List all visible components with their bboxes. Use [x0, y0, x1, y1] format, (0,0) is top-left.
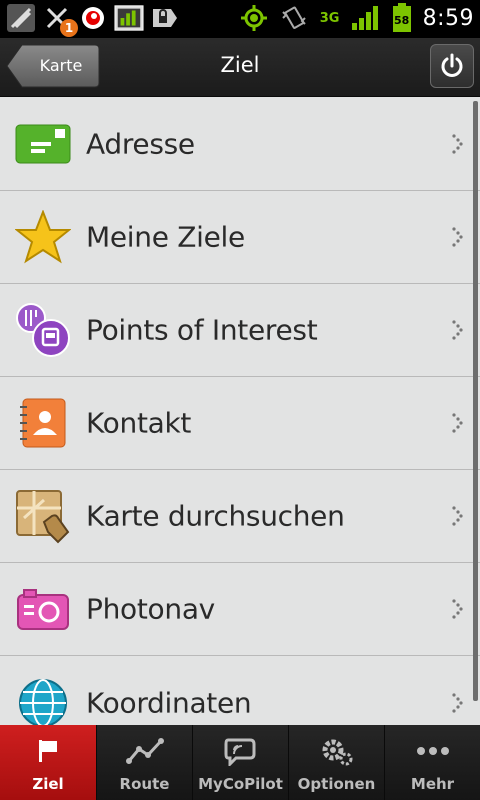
poi-icon	[14, 301, 72, 359]
chevron-right-icon	[452, 320, 463, 340]
title-bar: Karte Ziel	[0, 38, 480, 97]
contact-icon	[14, 394, 72, 452]
list-item-label: Meine Ziele	[86, 220, 245, 254]
battery-level: 58	[393, 13, 410, 27]
lock-tag-icon	[150, 3, 180, 33]
list-item-kontakt[interactable]: Kontakt	[0, 377, 480, 470]
mycopilot-icon	[224, 731, 258, 771]
route-icon	[125, 731, 164, 771]
missed-call-icon: 1	[42, 3, 78, 37]
camera-icon	[14, 580, 72, 638]
list-item-meine-ziele[interactable]: Meine Ziele	[0, 191, 480, 284]
tab-label: Route	[119, 775, 170, 793]
usb-debug-icon	[6, 3, 36, 33]
address-card-icon	[14, 115, 72, 173]
chevron-right-icon	[452, 413, 463, 433]
scrollbar[interactable]	[473, 101, 478, 701]
globe-icon	[14, 674, 72, 725]
tab-mehr[interactable]: Mehr	[384, 725, 480, 800]
network-type: 3G	[319, 10, 340, 26]
battery-icon: 58	[391, 3, 413, 33]
star-icon	[14, 208, 72, 266]
network-3g-icon: 3G	[319, 3, 341, 33]
bottom-tab-bar: Ziel Route MyCoPilot Optionen Mehr	[0, 725, 480, 800]
vibrate-icon	[279, 3, 309, 33]
list-item-label: Points of Interest	[86, 313, 318, 347]
gps-icon	[239, 3, 269, 33]
list-item-label: Koordinaten	[86, 686, 252, 719]
list-item-adresse[interactable]: Adresse	[0, 97, 480, 191]
page-title: Ziel	[220, 53, 260, 77]
tab-optionen[interactable]: Optionen	[288, 725, 384, 800]
back-button[interactable]: Karte	[6, 44, 100, 88]
tab-ziel[interactable]: Ziel	[0, 725, 96, 800]
chevron-right-icon	[452, 227, 463, 247]
map-browse-icon	[14, 487, 72, 545]
flag-icon	[36, 731, 60, 771]
tab-mycopilot[interactable]: MyCoPilot	[192, 725, 288, 800]
power-button[interactable]	[430, 44, 474, 88]
gears-icon	[321, 731, 353, 771]
tab-label: Ziel	[32, 775, 64, 793]
destination-list: Adresse Meine Ziele Points of Interest K…	[0, 97, 480, 725]
tab-label: Mehr	[410, 775, 455, 793]
tab-route[interactable]: Route	[96, 725, 192, 800]
chevron-right-icon	[452, 692, 463, 713]
chevron-right-icon	[452, 133, 463, 154]
chevron-right-icon	[452, 506, 463, 526]
list-item-koordinaten[interactable]: Koordinaten	[0, 656, 480, 725]
signal-icon	[351, 3, 381, 33]
clock: 8:59	[422, 5, 474, 31]
back-button-label: Karte	[39, 56, 83, 75]
list-item-label: Karte durchsuchen	[86, 499, 345, 533]
notification-badge: 1	[60, 19, 78, 37]
list-item-karte-durchsuchen[interactable]: Karte durchsuchen	[0, 470, 480, 563]
list-item-poi[interactable]: Points of Interest	[0, 284, 480, 377]
status-bar: 1 3G 58 8:59	[0, 0, 480, 38]
tab-label: Optionen	[297, 775, 376, 793]
chevron-right-icon	[452, 599, 463, 619]
list-item-label: Kontakt	[86, 406, 192, 440]
vodafone-icon	[78, 3, 108, 33]
list-item-label: Photonav	[86, 592, 215, 626]
more-icon	[416, 731, 450, 771]
chart-app-icon	[114, 3, 144, 33]
power-icon	[441, 53, 463, 77]
list-item-photonav[interactable]: Photonav	[0, 563, 480, 656]
list-item-label: Adresse	[86, 127, 195, 160]
tab-label: MyCoPilot	[198, 775, 283, 793]
